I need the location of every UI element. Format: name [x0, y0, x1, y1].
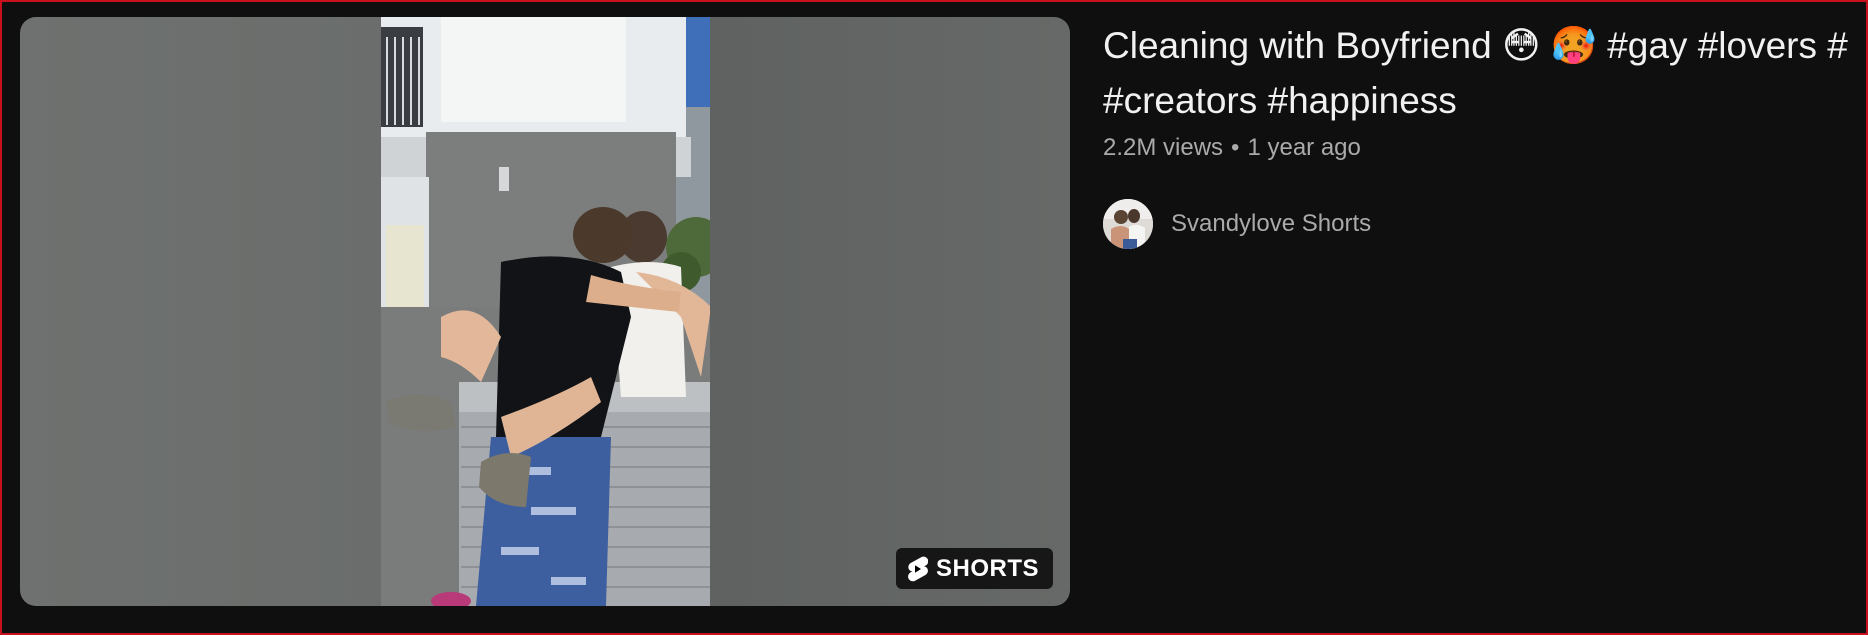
- video-title[interactable]: Cleaning with Boyfriend 😳 🥵 #gay #lovers…: [1103, 18, 1866, 128]
- channel-avatar[interactable]: [1103, 199, 1153, 249]
- search-result-card[interactable]: SHORTS Cleaning with Boyfriend 😳 🥵 #gay …: [0, 0, 1868, 635]
- video-thumbnail[interactable]: SHORTS: [20, 17, 1070, 606]
- video-info: Cleaning with Boyfriend 😳 🥵 #gay #lovers…: [1103, 18, 1866, 249]
- meta-separator: •: [1231, 134, 1240, 161]
- view-count: 2.2M views: [1103, 134, 1224, 161]
- shorts-badge: SHORTS: [895, 548, 1053, 589]
- video-title-line-1[interactable]: Cleaning with Boyfriend 😳 🥵 #gay #lovers…: [1103, 18, 1866, 73]
- thumbnail-image: [381, 17, 710, 606]
- video-title-line-2[interactable]: #creators #happiness: [1103, 73, 1866, 128]
- upload-age: 1 year ago: [1247, 134, 1361, 161]
- shorts-logo-icon: [908, 556, 928, 581]
- video-metadata: 2.2M views • 1 year ago: [1103, 132, 1866, 164]
- channel-name[interactable]: Svandylove Shorts: [1171, 210, 1371, 238]
- channel-info[interactable]: Svandylove Shorts: [1103, 199, 1866, 249]
- shorts-badge-label: SHORTS: [935, 554, 1039, 582]
